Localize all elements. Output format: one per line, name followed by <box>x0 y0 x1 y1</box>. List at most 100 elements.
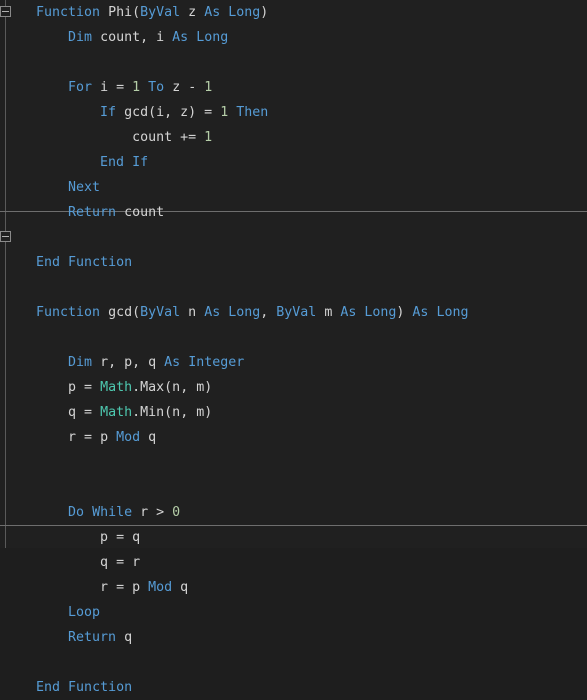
code-token: Min <box>140 405 165 420</box>
code-token: i <box>100 80 109 95</box>
code-token: Function <box>36 305 101 320</box>
code-token: count <box>124 205 165 220</box>
code-line[interactable]: If gcd(i, z) = 1 Then <box>0 100 587 125</box>
code-token: ( <box>132 5 141 20</box>
code-token: r <box>100 355 109 370</box>
code-token: n <box>172 380 181 395</box>
code-token: End <box>36 255 61 270</box>
code-token: ) = <box>188 105 221 120</box>
code-line[interactable]: Return count <box>0 200 587 225</box>
code-line[interactable] <box>0 650 587 675</box>
code-line[interactable] <box>0 450 587 475</box>
code-line[interactable]: Do While r > 0 <box>0 500 587 525</box>
code-token: p <box>124 355 133 370</box>
code-token: , <box>260 305 277 320</box>
code-token: ByVal <box>140 5 181 20</box>
code-token: ) <box>204 380 213 395</box>
code-line[interactable]: q = Math.Min(n, m) <box>0 400 587 425</box>
code-token: > <box>148 505 173 520</box>
code-token: ( <box>164 405 173 420</box>
code-token: Phi <box>108 5 133 20</box>
code-token: , <box>140 30 157 45</box>
code-token: ( <box>132 305 141 320</box>
code-line[interactable]: Return q <box>0 625 587 650</box>
code-token: . <box>132 405 141 420</box>
code-token: Loop <box>68 605 101 620</box>
code-editor[interactable]: Function Phi(ByVal z As Long) Dim count,… <box>0 0 587 695</box>
code-token: z <box>180 105 189 120</box>
code-token: Function <box>36 5 101 20</box>
code-line[interactable]: q = r <box>0 550 587 575</box>
code-token: , <box>108 355 125 370</box>
code-line[interactable] <box>0 475 587 500</box>
code-token: q <box>148 430 157 445</box>
code-token: = <box>108 80 133 95</box>
code-token: = <box>108 580 133 595</box>
code-token: = <box>76 430 101 445</box>
code-line[interactable]: End If <box>0 150 587 175</box>
code-token: Then <box>236 105 269 120</box>
code-token: As <box>412 305 429 320</box>
code-token: ) <box>396 305 413 320</box>
code-line[interactable]: Next <box>0 175 587 200</box>
code-content[interactable]: Function Phi(ByVal z As Long) Dim count,… <box>0 0 587 700</box>
code-line[interactable]: r = p Mod q <box>0 425 587 450</box>
code-token: As <box>204 5 221 20</box>
code-token: Long <box>228 305 261 320</box>
code-token: count <box>100 30 141 45</box>
code-token: If <box>100 105 117 120</box>
code-token: r <box>100 580 109 595</box>
code-line[interactable]: p = Math.Max(n, m) <box>0 375 587 400</box>
code-line[interactable] <box>0 325 587 350</box>
code-token: q <box>148 355 157 370</box>
code-token: ) <box>260 5 269 20</box>
code-line[interactable]: count += 1 <box>0 125 587 150</box>
code-line[interactable] <box>0 50 587 75</box>
code-token: = <box>108 530 133 545</box>
code-line[interactable]: End Function <box>0 675 587 700</box>
code-token: p <box>132 580 141 595</box>
code-line[interactable]: Dim r, p, q As Integer <box>0 350 587 375</box>
code-line[interactable]: For i = 1 To z - 1 <box>0 75 587 100</box>
code-line[interactable]: Dim count, i As Long <box>0 25 587 50</box>
code-token: q <box>132 530 141 545</box>
code-token: Integer <box>188 355 245 370</box>
code-token: q <box>100 555 109 570</box>
code-line[interactable]: p = q <box>0 525 587 550</box>
code-token: r <box>68 430 77 445</box>
code-line[interactable]: Function gcd(ByVal n As Long, ByVal m As… <box>0 300 587 325</box>
code-token: = <box>108 555 133 570</box>
code-token: - <box>180 80 205 95</box>
code-token: Long <box>228 5 261 20</box>
code-token: ( <box>164 380 173 395</box>
code-token: gcd <box>124 105 149 120</box>
code-line[interactable]: r = p Mod q <box>0 575 587 600</box>
code-token: , <box>164 105 181 120</box>
code-line[interactable] <box>0 225 587 250</box>
code-line[interactable]: End Function <box>0 250 587 275</box>
code-line[interactable]: Function Phi(ByVal z As Long) <box>0 0 587 25</box>
code-line[interactable] <box>0 275 587 300</box>
code-line[interactable]: Loop <box>0 600 587 625</box>
code-token: Max <box>140 380 165 395</box>
